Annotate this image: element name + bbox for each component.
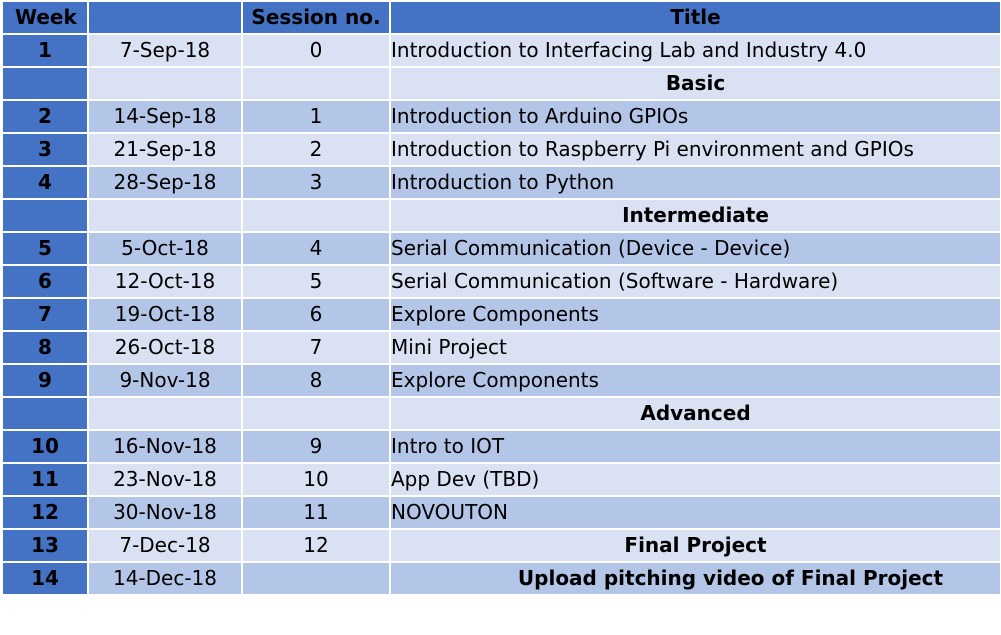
date-cell: 14-Dec-18	[87, 561, 243, 596]
title-column-header: Title	[389, 0, 1001, 35]
session-cell	[241, 396, 391, 431]
table-row: 8 26-Oct-18 7 Mini Project	[1, 330, 1001, 365]
header-row: Week Session no. Title	[1, 0, 1001, 35]
title-cell: Upload pitching video of Final Project	[389, 561, 1001, 596]
table-row: 6 12-Oct-18 5 Serial Communication (Softwar…	[1, 264, 1001, 299]
table-row: 5 5-Oct-18 4 Serial Communication (Device -…	[1, 231, 1001, 266]
week-cell: 4	[1, 165, 89, 200]
table-row: 1 7-Sep-18 0 Introduction to Interfacing La…	[1, 33, 1001, 68]
date-cell: 12-Oct-18	[87, 264, 243, 299]
date-cell	[87, 198, 243, 233]
title-cell: Introduction to Python	[389, 165, 1001, 200]
session-cell: 0	[241, 33, 391, 68]
title-cell: Serial Communication (Device - Device)	[389, 231, 1001, 266]
date-cell: 26-Oct-18	[87, 330, 243, 365]
table-row: 14 14-Dec-18 Upload pitching video of Fina…	[1, 561, 1001, 596]
title-cell: Final Project	[389, 528, 1001, 563]
session-cell	[241, 198, 391, 233]
week-cell: 9	[1, 363, 89, 398]
date-cell: 7-Dec-18	[87, 528, 243, 563]
date-cell: 23-Nov-18	[87, 462, 243, 497]
title-cell: Intermediate	[389, 198, 1001, 233]
date-cell	[87, 396, 243, 431]
week-cell	[1, 66, 89, 101]
title-cell: Basic	[389, 66, 1001, 101]
week-cell: 14	[1, 561, 89, 596]
week-cell: 6	[1, 264, 89, 299]
date-cell: 16-Nov-18	[87, 429, 243, 464]
title-cell: Introduction to Interfacing Lab and Indu…	[389, 33, 1001, 68]
table-header: Week Session no. Title	[1, 0, 1001, 35]
week-cell: 12	[1, 495, 89, 530]
week-cell: 10	[1, 429, 89, 464]
date-cell	[87, 66, 243, 101]
session-cell: 5	[241, 264, 391, 299]
session-cell	[241, 66, 391, 101]
session-cell	[241, 561, 391, 596]
title-cell: Introduction to Raspberry Pi environment…	[389, 132, 1001, 167]
section-row: Intermediate	[1, 198, 1001, 233]
date-cell: 5-Oct-18	[87, 231, 243, 266]
week-cell: 2	[1, 99, 89, 134]
table-row: 12 30-Nov-18 11 NOVOUTON	[1, 495, 1001, 530]
week-cell: 8	[1, 330, 89, 365]
date-cell: 30-Nov-18	[87, 495, 243, 530]
table-row: 9 9-Nov-18 8 Explore Components	[1, 363, 1001, 398]
week-cell: 3	[1, 132, 89, 167]
session-cell: 11	[241, 495, 391, 530]
session-cell: 10	[241, 462, 391, 497]
session-cell: 2	[241, 132, 391, 167]
title-cell: Introduction to Arduino GPIOs	[389, 99, 1001, 134]
table-row: 10 16-Nov-18 9 Intro to IOT	[1, 429, 1001, 464]
date-cell: 9-Nov-18	[87, 363, 243, 398]
week-cell: 13	[1, 528, 89, 563]
date-cell: 19-Oct-18	[87, 297, 243, 332]
table-row: 11 23-Nov-18 10 App Dev (TBD)	[1, 462, 1001, 497]
table-row: 13 7-Dec-18 12 Final Project	[1, 528, 1001, 563]
week-cell: 7	[1, 297, 89, 332]
week-cell: 1	[1, 33, 89, 68]
session-cell: 6	[241, 297, 391, 332]
table-row: 4 28-Sep-18 3 Introduction to Python	[1, 165, 1001, 200]
section-row: Advanced	[1, 396, 1001, 431]
table-row: 7 19-Oct-18 6 Explore Components	[1, 297, 1001, 332]
week-cell	[1, 396, 89, 431]
title-cell: App Dev (TBD)	[389, 462, 1001, 497]
section-row: Basic	[1, 66, 1001, 101]
title-cell: Mini Project	[389, 330, 1001, 365]
title-cell: Intro to IOT	[389, 429, 1001, 464]
week-column-header: Week	[1, 0, 89, 35]
session-cell: 12	[241, 528, 391, 563]
date-cell: 21-Sep-18	[87, 132, 243, 167]
date-cell: 14-Sep-18	[87, 99, 243, 134]
title-cell: NOVOUTON	[389, 495, 1001, 530]
week-cell: 11	[1, 462, 89, 497]
session-cell: 3	[241, 165, 391, 200]
week-cell	[1, 198, 89, 233]
session-column-header: Session no.	[241, 0, 391, 35]
date-column-header	[87, 0, 243, 35]
title-cell: Explore Components	[389, 363, 1001, 398]
table-row: 2 14-Sep-18 1 Introduction to Arduino GPIOs	[1, 99, 1001, 134]
session-cell: 7	[241, 330, 391, 365]
table-body: 1 7-Sep-18 0 Introduction to Interfacing La…	[1, 33, 1001, 596]
session-cell: 8	[241, 363, 391, 398]
session-cell: 4	[241, 231, 391, 266]
title-cell: Advanced	[389, 396, 1001, 431]
week-cell: 5	[1, 231, 89, 266]
table-row: 3 21-Sep-18 2 Introduction to Raspberry Pi …	[1, 132, 1001, 167]
date-cell: 7-Sep-18	[87, 33, 243, 68]
session-cell: 9	[241, 429, 391, 464]
session-cell: 1	[241, 99, 391, 134]
schedule-table: Week Session no. Title 1 7-Sep-18 0 Introdu…	[1, 0, 1001, 596]
title-cell: Explore Components	[389, 297, 1001, 332]
date-cell: 28-Sep-18	[87, 165, 243, 200]
title-cell: Serial Communication (Software - Hardwar…	[389, 264, 1001, 299]
